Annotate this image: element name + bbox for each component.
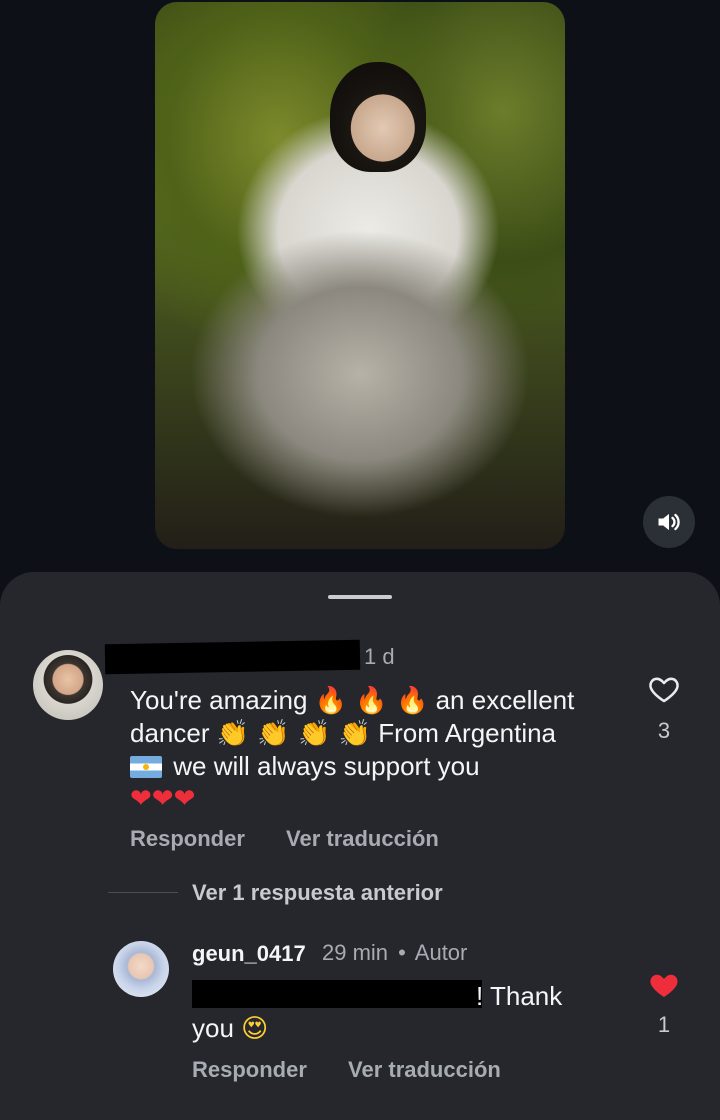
replies-divider [108, 892, 178, 893]
comment-line-2: dancer 👏 👏 👏 👏 From Argentina [130, 717, 630, 750]
comment-line-4: ❤❤❤ [130, 782, 630, 815]
fire-emojis: 🔥 🔥 🔥 [314, 686, 429, 716]
commenter-avatar[interactable] [33, 650, 103, 720]
reply-text-segment: you [192, 1013, 234, 1043]
meta-separator: • [398, 940, 406, 965]
comment-timestamp: 1 d [364, 644, 395, 669]
argentina-flag-icon [130, 756, 162, 778]
sound-toggle-button[interactable] [643, 496, 695, 548]
reply-meta: 29 min • Autor [322, 940, 467, 966]
reply-button[interactable]: Responder [130, 826, 245, 852]
translate-button[interactable]: Ver traducción [348, 1057, 501, 1083]
reply-button[interactable]: Responder [192, 1057, 307, 1083]
heart-emojis: ❤❤❤ [130, 784, 196, 814]
heart-eyes-emoji: 😍 [241, 1014, 269, 1044]
reply-timestamp: 29 min [322, 940, 389, 965]
comment-line-1: You're amazing 🔥 🔥 🔥 an excellent [130, 684, 630, 717]
comment-text-segment: we will always support you [173, 751, 480, 781]
comment-text-segment: an excellent [435, 685, 575, 715]
comment-body: You're amazing 🔥 🔥 🔥 an excellent dancer… [130, 684, 630, 815]
reel-video[interactable] [155, 2, 565, 549]
reply-username[interactable]: geun_0417 [192, 941, 306, 967]
like-count: 3 [657, 718, 671, 743]
like-count: 1 [657, 1012, 671, 1037]
volume-icon [658, 513, 680, 531]
video-subject [330, 62, 426, 172]
comments-sheet: 1 d You're amazing 🔥 🔥 🔥 an excellent da… [0, 572, 720, 1120]
clap-emojis: 👏 👏 👏 👏 [216, 719, 372, 749]
reply-line-2: you 😍 [192, 1012, 622, 1045]
reply-line-1: ! Thank [192, 980, 622, 1012]
comment-line-3: we will always support you [130, 750, 630, 782]
heart-outline-icon[interactable] [647, 672, 681, 706]
comment-text-segment: dancer [130, 718, 210, 748]
author-avatar[interactable] [113, 941, 169, 997]
view-replies-button[interactable]: Ver 1 respuesta anterior [192, 880, 443, 906]
comment-text-segment: You're amazing [130, 685, 308, 715]
redacted-username [104, 639, 361, 675]
reply-text-segment: ! Thank [476, 981, 563, 1011]
sheet-drag-handle[interactable] [328, 595, 392, 599]
translate-button[interactable]: Ver traducción [286, 826, 439, 852]
comment-text-segment: From Argentina [378, 718, 557, 748]
heart-filled-icon[interactable] [647, 968, 681, 1002]
reply-body: ! Thank you 😍 [192, 980, 622, 1045]
author-badge: Autor [414, 940, 468, 965]
